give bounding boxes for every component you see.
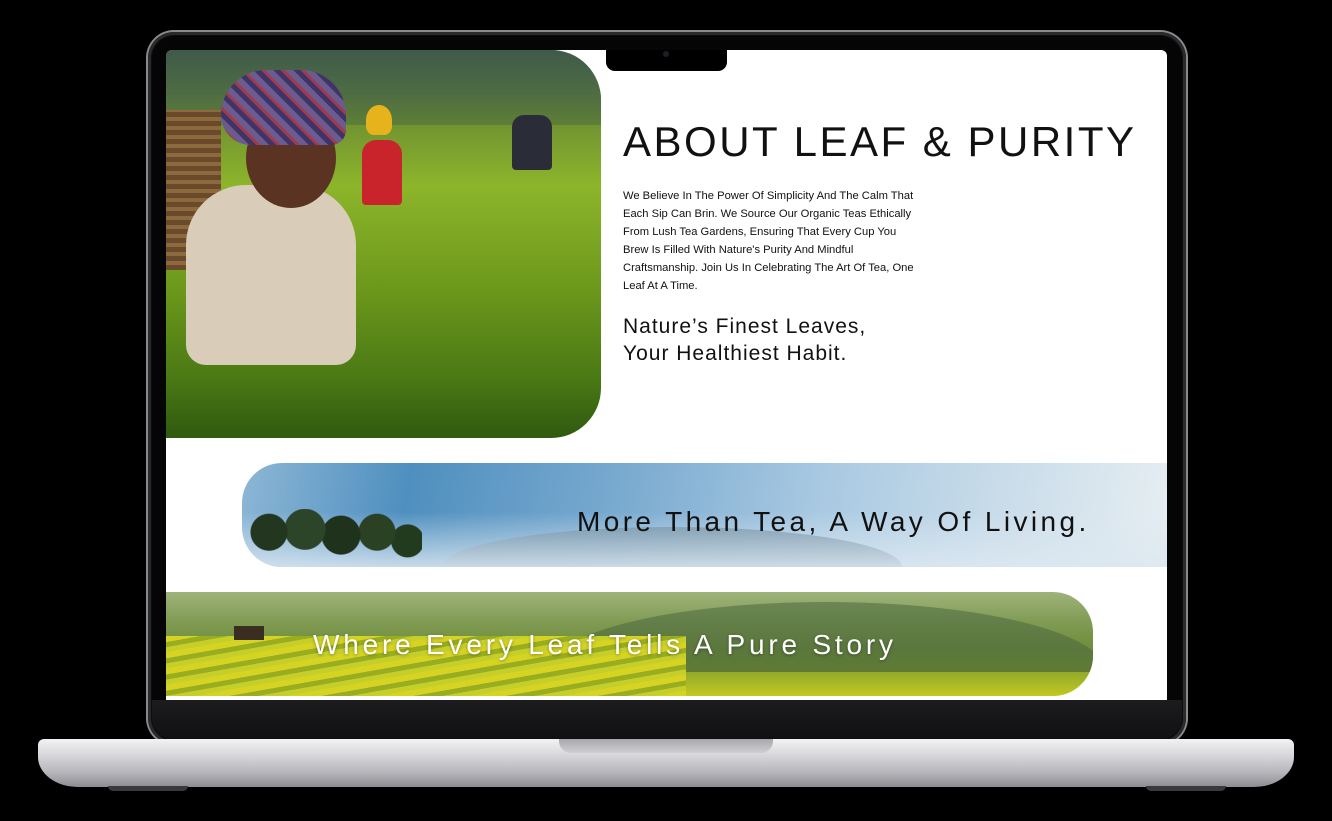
banner-2-heading: Where Every Leaf Tells A Pure Story [313, 629, 897, 660]
about-title: ABOUT LEAF & PURITY [623, 118, 1137, 165]
background-worker [362, 140, 402, 205]
tagline-line-2: Your Healthiest Habit. [623, 342, 848, 365]
hero-tea-pickers-image [166, 50, 601, 438]
background-worker-far [512, 115, 552, 170]
banner-terraced-fields: Where Every Leaf Tells A Pure Story [166, 592, 1093, 696]
tree-line [242, 509, 422, 567]
laptop-chin [152, 700, 1182, 740]
about-description: We Believe In The Power Of Simplicity An… [623, 190, 914, 292]
banner-1-heading: More Than Tea, A Way Of Living. [577, 506, 1090, 537]
foreground-worker-body [186, 185, 356, 365]
background-worker-headwrap [366, 105, 392, 135]
about-tagline: Nature’s Finest Leaves, Your Healthiest … [623, 313, 866, 367]
laptop-screen: ABOUT LEAF & PURITY We Believe In The Po… [166, 50, 1167, 700]
laptop-opening-groove [559, 739, 773, 753]
laptop-foot-right [1146, 786, 1226, 791]
field-hut [234, 626, 264, 640]
patterned-headscarf [221, 70, 346, 145]
camera-icon [663, 51, 669, 57]
laptop-foot-left [108, 786, 188, 791]
banner-misty-mountains: More Than Tea, A Way Of Living. [242, 463, 1167, 567]
tagline-line-1: Nature’s Finest Leaves, [623, 315, 867, 338]
